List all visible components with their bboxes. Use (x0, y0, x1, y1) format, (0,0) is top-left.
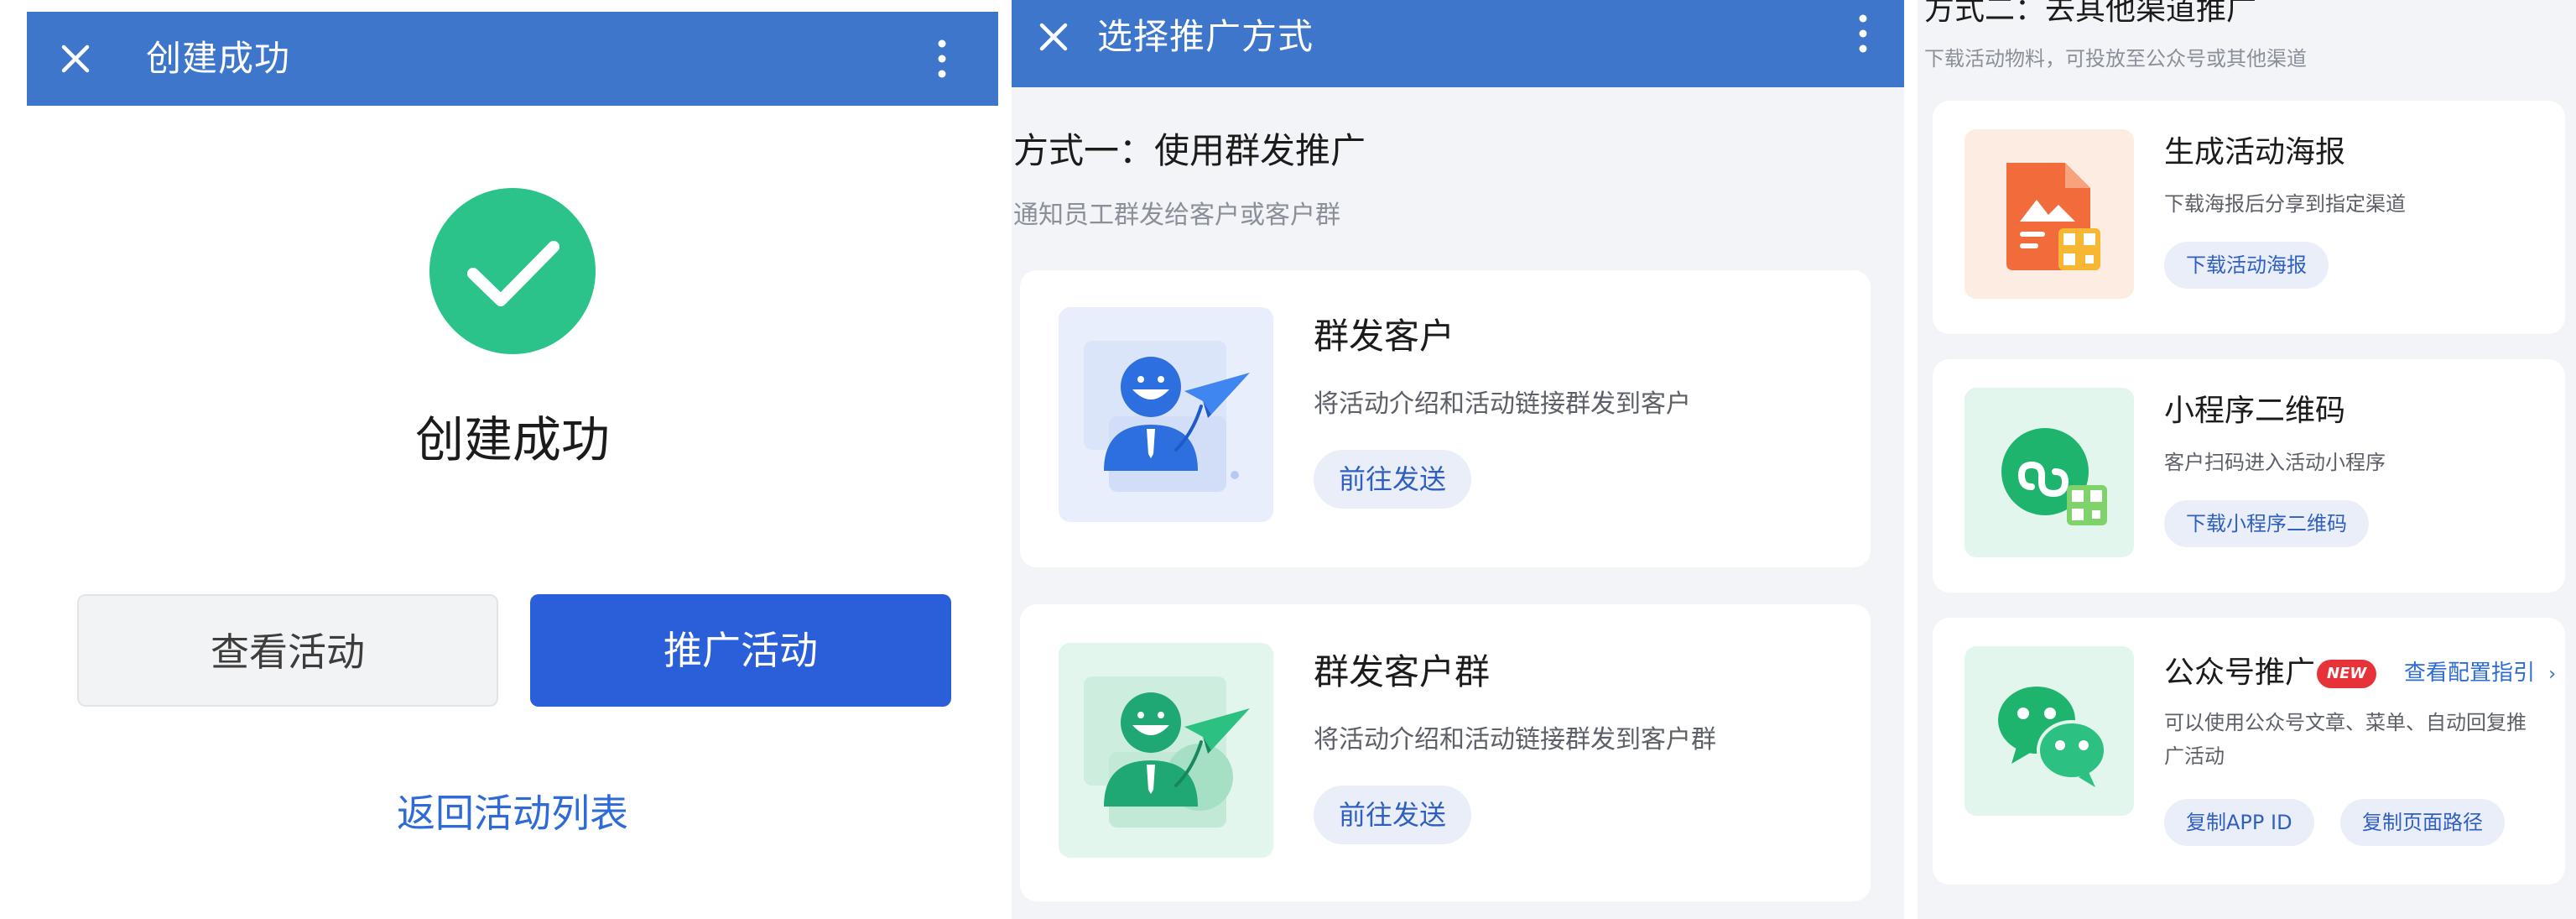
chevron-right-icon: › (2548, 664, 2557, 685)
back-to-list-link[interactable]: 返回活动列表 (27, 784, 998, 843)
poster-card[interactable]: 生成活动海报 下载海报后分享到指定渠道 下载活动海报 (1933, 101, 2565, 334)
view-config-guide-link[interactable]: 查看配置指引 › (2404, 651, 2556, 697)
card-description: 可以使用公众号文章、菜单、自动回复推 (2164, 711, 2527, 734)
card-description: 客户扫码进入活动小程序 (2164, 451, 2386, 474)
promote-activity-button[interactable]: 推广活动 (530, 594, 951, 707)
wechat-icon (1965, 646, 2134, 816)
copy-page-path-button[interactable]: 复制页面路径 (2340, 799, 2505, 846)
card-description: 将活动介绍和活动链接群发到客户群 (1314, 725, 1716, 755)
top-bar: 选择推广方式 (1012, 0, 1904, 87)
create-success-panel: 创建成功 创建成功 查看活动 推广活动 返回活动列表 (27, 0, 998, 919)
other-channels-panel: 方式二：去其他渠道推广 下载活动物料，可投放至公众号或其他渠道 生成活动海报 下… (1918, 0, 2576, 919)
card-title: 群发客户 (1314, 316, 1455, 357)
success-heading: 创建成功 (414, 411, 610, 468)
close-icon[interactable] (1028, 12, 1079, 62)
success-check-icon (429, 188, 596, 354)
go-send-button[interactable]: 前往发送 (1314, 786, 1472, 844)
download-poster-button[interactable]: 下载活动海报 (2164, 242, 2329, 289)
card-title: 生成活动海报 (2164, 135, 2346, 170)
section-subtitle: 下载活动物料，可投放至公众号或其他渠道 (1924, 47, 2307, 70)
mini-program-icon (1965, 388, 2134, 557)
top-bar: 创建成功 (27, 12, 998, 106)
card-description: 将活动介绍和活动链接群发到客户 (1314, 389, 1691, 419)
close-icon[interactable] (50, 34, 101, 84)
view-activity-button[interactable]: 查看活动 (77, 594, 498, 707)
mass-send-groups-card[interactable]: 群发客户群 将活动介绍和活动链接群发到客户群 前往发送 (1020, 604, 1871, 901)
go-send-button[interactable]: 前往发送 (1314, 450, 1472, 509)
download-qr-button[interactable]: 下载小程序二维码 (2164, 500, 2369, 547)
customer-avatar-icon (1059, 307, 1273, 522)
mass-send-customers-card[interactable]: 群发客户 将活动介绍和活动链接群发到客户 前往发送 (1020, 270, 1871, 567)
section-title: 方式二：去其他渠道推广 (1924, 0, 2257, 27)
card-title: 小程序二维码 (2164, 394, 2346, 428)
guide-link-label: 查看配置指引 (2404, 661, 2536, 686)
page-title: 创建成功 (146, 38, 291, 79)
section-subtitle: 通知员工群发给客户或客户群 (1013, 201, 1340, 230)
mini-program-qr-card[interactable]: 小程序二维码 客户扫码进入活动小程序 下载小程序二维码 (1933, 359, 2565, 593)
customer-group-icon (1059, 643, 1273, 858)
card-description-line2: 广活动 (2164, 744, 2225, 768)
more-icon[interactable] (1850, 8, 1876, 59)
choose-promotion-panel: 选择推广方式 方式一：使用群发推广 通知员工群发给客户或客户群 群发客户 将活动… (1012, 0, 1904, 919)
card-title: 公众号推广 (2164, 655, 2316, 690)
official-account-card[interactable]: 公众号推广 NEW 查看配置指引 › 可以使用公众号文章、菜单、自动回复推 广活… (1933, 618, 2565, 885)
new-badge: NEW (2317, 660, 2377, 688)
more-icon[interactable] (929, 34, 955, 84)
poster-icon (1965, 129, 2134, 299)
page-title: 选择推广方式 (1097, 16, 1314, 57)
section-title: 方式一：使用群发推广 (1013, 130, 1366, 171)
card-title: 群发客户群 (1314, 651, 1491, 692)
copy-app-id-button[interactable]: 复制APP ID (2164, 799, 2314, 846)
card-description: 下载海报后分享到指定渠道 (2164, 192, 2406, 216)
